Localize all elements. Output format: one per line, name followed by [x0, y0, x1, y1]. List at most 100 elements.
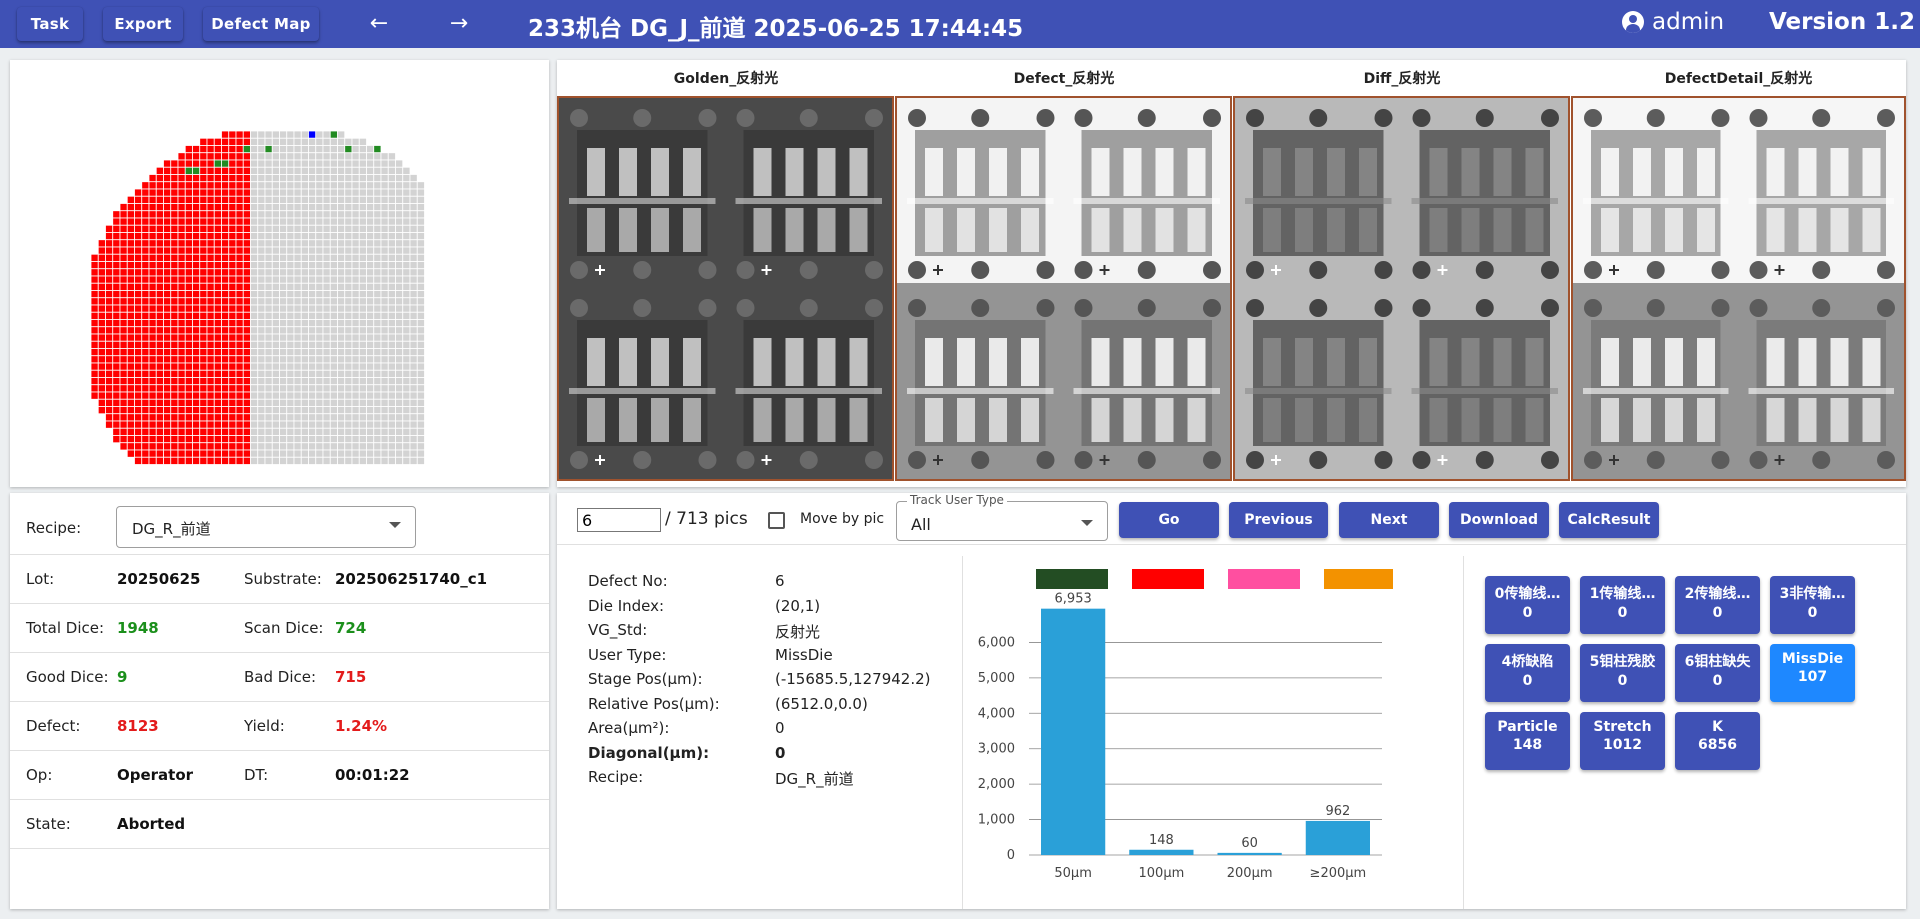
wafer-die[interactable]	[337, 152, 346, 161]
wafer-die[interactable]	[228, 188, 237, 197]
wafer-die[interactable]	[235, 384, 244, 393]
wafer-map[interactable]	[10, 60, 549, 487]
wafer-die[interactable]	[221, 203, 230, 212]
wafer-die[interactable]	[257, 203, 266, 212]
wafer-die[interactable]	[279, 456, 288, 465]
wafer-die[interactable]	[387, 398, 396, 407]
wafer-die[interactable]	[235, 442, 244, 451]
wafer-die[interactable]	[329, 203, 338, 212]
wafer-die[interactable]	[242, 449, 251, 458]
wafer-die[interactable]	[184, 159, 193, 168]
wafer-die[interactable]	[416, 406, 425, 415]
wafer-die[interactable]	[141, 420, 150, 429]
wafer-die[interactable]	[416, 369, 425, 378]
wafer-die[interactable]	[126, 340, 135, 349]
wafer-die[interactable]	[250, 326, 259, 335]
wafer-die[interactable]	[177, 174, 186, 183]
wafer-die[interactable]	[366, 145, 375, 154]
wafer-die[interactable]	[250, 333, 259, 342]
wafer-die[interactable]	[395, 203, 404, 212]
wafer-die[interactable]	[329, 442, 338, 451]
wafer-die[interactable]	[192, 282, 201, 291]
wafer-die[interactable]	[177, 217, 186, 226]
wafer-die[interactable]	[192, 145, 201, 154]
wafer-die[interactable]	[366, 391, 375, 400]
wafer-die[interactable]	[177, 166, 186, 175]
wafer-die[interactable]	[250, 145, 259, 154]
wafer-die[interactable]	[315, 130, 324, 139]
wafer-die[interactable]	[221, 311, 230, 320]
wafer-die[interactable]	[402, 435, 411, 444]
wafer-die[interactable]	[192, 340, 201, 349]
wafer-die[interactable]	[409, 217, 418, 226]
wafer-die[interactable]	[271, 268, 280, 277]
wafer-die[interactable]	[192, 398, 201, 407]
wafer-die[interactable]	[322, 384, 331, 393]
wafer-die[interactable]	[90, 282, 99, 291]
wafer-die[interactable]	[416, 232, 425, 241]
wafer-die[interactable]	[358, 449, 367, 458]
wafer-die[interactable]	[97, 239, 106, 248]
wafer-die[interactable]	[373, 326, 382, 335]
wafer-die[interactable]	[250, 246, 259, 255]
wafer-die[interactable]	[286, 355, 295, 364]
wafer-die[interactable]	[97, 391, 106, 400]
wafer-die[interactable]	[366, 210, 375, 219]
wafer-die[interactable]	[416, 246, 425, 255]
golden-image[interactable]	[557, 96, 894, 481]
wafer-die[interactable]	[358, 253, 367, 262]
wafer-die[interactable]	[206, 282, 215, 291]
wafer-die[interactable]	[337, 348, 346, 357]
wafer-die[interactable]	[300, 377, 309, 386]
wafer-die[interactable]	[250, 275, 259, 284]
wafer-die[interactable]	[170, 333, 179, 342]
wafer-die[interactable]	[344, 282, 353, 291]
wafer-die[interactable]	[315, 166, 324, 175]
wafer-die[interactable]	[163, 420, 172, 429]
wafer-die[interactable]	[184, 311, 193, 320]
wafer-die[interactable]	[366, 348, 375, 357]
wafer-die[interactable]	[344, 203, 353, 212]
wafer-die[interactable]	[344, 442, 353, 451]
wafer-die[interactable]	[387, 275, 396, 284]
wafer-die[interactable]	[387, 406, 396, 415]
wafer-die[interactable]	[119, 268, 128, 277]
wafer-die[interactable]	[416, 239, 425, 248]
wafer-die[interactable]	[105, 253, 114, 262]
wafer-die[interactable]	[221, 377, 230, 386]
wafer-die[interactable]	[322, 152, 331, 161]
wafer-die[interactable]	[329, 130, 338, 139]
wafer-die[interactable]	[387, 282, 396, 291]
wafer-die[interactable]	[387, 188, 396, 197]
wafer-die[interactable]	[366, 304, 375, 313]
wafer-die[interactable]	[163, 355, 172, 364]
wafer-die[interactable]	[286, 435, 295, 444]
wafer-die[interactable]	[235, 427, 244, 436]
wafer-die[interactable]	[366, 369, 375, 378]
wafer-die[interactable]	[184, 290, 193, 299]
wafer-die[interactable]	[206, 449, 215, 458]
wafer-die[interactable]	[163, 377, 172, 386]
wafer-die[interactable]	[337, 188, 346, 197]
wafer-die[interactable]	[264, 210, 273, 219]
wafer-die[interactable]	[395, 391, 404, 400]
wafer-die[interactable]	[315, 268, 324, 277]
wafer-die[interactable]	[351, 398, 360, 407]
wafer-die[interactable]	[134, 369, 143, 378]
wafer-die[interactable]	[221, 188, 230, 197]
wafer-die[interactable]	[380, 348, 389, 357]
wafer-die[interactable]	[387, 449, 396, 458]
wafer-die[interactable]	[351, 311, 360, 320]
wafer-die[interactable]	[366, 166, 375, 175]
wafer-die[interactable]	[351, 304, 360, 313]
wafer-die[interactable]	[380, 391, 389, 400]
wafer-die[interactable]	[395, 319, 404, 328]
wafer-die[interactable]	[141, 413, 150, 422]
wafer-die[interactable]	[141, 304, 150, 313]
wafer-die[interactable]	[126, 449, 135, 458]
wafer-die[interactable]	[387, 203, 396, 212]
wafer-die[interactable]	[315, 297, 324, 306]
wafer-die[interactable]	[402, 203, 411, 212]
wafer-die[interactable]	[126, 253, 135, 262]
wafer-die[interactable]	[221, 435, 230, 444]
